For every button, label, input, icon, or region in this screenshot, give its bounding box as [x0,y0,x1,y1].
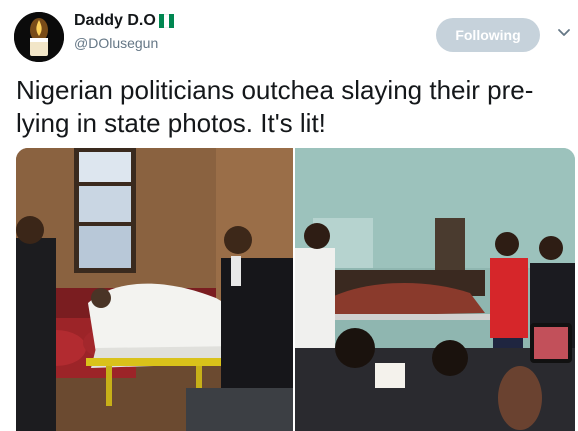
photo-hospital-stretcher-left[interactable] [16,148,293,431]
display-name[interactable]: Daddy D.O [74,12,156,30]
nigeria-flag-icon [158,14,174,28]
candle-icon [14,12,64,62]
photo-hospital-ward-right[interactable] [295,148,575,431]
media-grid [16,148,575,431]
user-handle[interactable]: @DOlusegun [74,35,158,51]
following-button[interactable]: Following [436,18,540,52]
author-name-row: Daddy D.O [74,12,174,30]
avatar[interactable] [14,12,64,62]
tweet-text: Nigerian politicians outchea slaying the… [16,75,534,138]
chevron-down-icon[interactable] [557,26,571,40]
flag-stripe-right [168,14,174,28]
